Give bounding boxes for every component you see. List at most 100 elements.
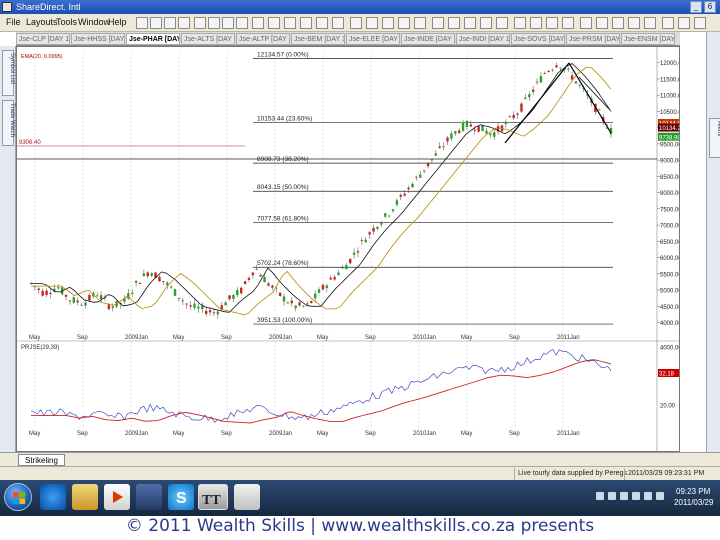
alerts-tab-label: Alerts <box>716 121 720 137</box>
toolbar-tool-icon[interactable] <box>514 17 526 29</box>
alerts-tab[interactable]: Alerts <box>709 118 720 158</box>
chart-area[interactable]: EMA(20, 0.0995) May Sep 2009Jan May Sep 2009Ja… <box>16 46 680 452</box>
tab-chart[interactable]: Jse-HHSS [DAY 1] <box>71 33 125 45</box>
candle-body <box>485 130 488 134</box>
clock-date[interactable]: 2011/03/29 <box>674 498 713 507</box>
toolbar-tool-icon[interactable] <box>316 17 328 29</box>
document-icon[interactable] <box>234 484 260 510</box>
toolbar-tool-icon[interactable] <box>194 17 206 29</box>
menu-help[interactable]: Help <box>108 17 127 27</box>
candle-body <box>317 289 321 293</box>
lower-panel-label: PRJSE(29.39) <box>21 345 59 351</box>
toolbar-tool-icon[interactable] <box>546 17 558 29</box>
toolbar-tool-icon[interactable] <box>480 17 492 29</box>
toolbar-tool-icon[interactable] <box>136 17 148 29</box>
toolbar-tool-icon[interactable] <box>398 17 410 29</box>
toolbar-tool-icon[interactable] <box>300 17 312 29</box>
toolbar-tool-icon[interactable] <box>150 17 162 29</box>
price-chart[interactable]: EMA(20, 0.0995) May Sep 2009Jan May Sep 2009Ja… <box>17 47 679 451</box>
restore-button[interactable]: 6 <box>704 1 716 13</box>
toolbar-tool-icon[interactable] <box>448 17 460 29</box>
candle-body <box>360 240 364 241</box>
toolbar-tool-icon[interactable] <box>612 17 624 29</box>
tools-icon[interactable] <box>136 484 162 510</box>
tab-chart[interactable]: Jse-SOVS [DAY 1] <box>511 33 565 45</box>
folder-icon[interactable] <box>72 484 98 510</box>
candle-body <box>193 303 196 308</box>
candle-body <box>267 283 270 286</box>
toolbar-tool-icon[interactable] <box>464 17 476 29</box>
tab-chart[interactable]: Jse-PRSM [DAY 1] <box>566 33 620 45</box>
menu-file[interactable]: File <box>6 17 21 27</box>
trade-watch-tab[interactable]: Trade Watch <box>2 100 15 146</box>
tab-chart[interactable]: Jse-INDI [DAY 1] <box>456 33 510 45</box>
toolbar-tool-icon[interactable] <box>678 17 690 29</box>
candle-body <box>228 295 231 300</box>
sharedirect-taskbar-icon[interactable]: TT <box>198 484 228 510</box>
toolbar-tool-icon[interactable] <box>236 17 248 29</box>
lower-x-tick-label: 2009Jan <box>269 431 292 437</box>
toolbar-tool-icon[interactable] <box>662 17 674 29</box>
toolbar-tool-icon[interactable] <box>530 17 542 29</box>
tab-chart[interactable]: Jse-BEM [DAY 1] <box>291 33 345 45</box>
candle-body <box>294 305 297 309</box>
y-tick-label: 4000.00 <box>660 321 679 327</box>
candle-body <box>236 289 239 296</box>
menu-window[interactable]: Window <box>78 17 110 27</box>
toolbar-tool-icon[interactable] <box>644 17 656 29</box>
skype-s-icon: S <box>176 490 187 507</box>
toolbar-tool-icon[interactable] <box>268 17 280 29</box>
tab-chart[interactable]: Jse-CLP [DAY 1] <box>16 33 70 45</box>
toolbar-tool-icon[interactable] <box>350 17 362 29</box>
toolbar-tool-icon[interactable] <box>496 17 508 29</box>
toolbar-tool-icon[interactable] <box>628 17 640 29</box>
toolbar-tool-icon[interactable] <box>366 17 378 29</box>
toolbar-tool-icon[interactable] <box>284 17 296 29</box>
volume-icon[interactable] <box>656 492 664 500</box>
toolbar-tool-icon[interactable] <box>414 17 426 29</box>
skype-icon[interactable]: S <box>168 484 194 510</box>
tab-chart[interactable]: Jse-ENSM [DAY 1] <box>621 33 675 45</box>
toolbar-tool-icon[interactable] <box>222 17 234 29</box>
tab-chart[interactable]: Jse-ELEE [DAY 1] <box>346 33 400 45</box>
candle-body <box>461 122 465 131</box>
start-button[interactable] <box>4 483 32 511</box>
toolbar-tool-icon[interactable] <box>252 17 264 29</box>
menu-tools[interactable]: Tools <box>56 17 77 27</box>
tab-chart[interactable]: Jse-ALTS [DAY 1] <box>181 33 235 45</box>
menu-layouts[interactable]: Layouts <box>26 17 58 27</box>
toolbar-tool-icon[interactable] <box>208 17 220 29</box>
media-player-icon[interactable] <box>104 484 130 510</box>
trade-watch-tab-label: Trade Watch <box>9 103 15 137</box>
tab-active[interactable]: Jse-PHAR [DAY 1] <box>126 33 180 45</box>
clock-time[interactable]: 09:23 PM <box>676 487 710 496</box>
symbol-list-tab[interactable]: Symbol List <box>2 50 15 96</box>
toolbar-tool-icon[interactable] <box>694 17 706 29</box>
candle-body <box>243 281 247 284</box>
candle-body <box>88 294 91 301</box>
tray-icon-1[interactable] <box>596 492 604 500</box>
sheet-tab[interactable]: Strikeling <box>18 454 65 466</box>
candle-body <box>403 193 406 196</box>
toolbar-tool-icon[interactable] <box>596 17 608 29</box>
minimize-button[interactable]: _ <box>690 1 702 13</box>
toolbar-tool-icon[interactable] <box>332 17 344 29</box>
toolbar-tool-icon[interactable] <box>580 17 592 29</box>
tab-chart[interactable]: Jse-ALTP [DAY 1] <box>236 33 290 45</box>
svg-text:S: S <box>176 490 187 507</box>
internet-explorer-icon[interactable] <box>40 484 66 510</box>
x-tick-label: Sep <box>221 335 232 341</box>
tray-icon-2[interactable] <box>608 492 616 500</box>
toolbar-tool-icon[interactable] <box>432 17 444 29</box>
toolbar-tool-icon[interactable] <box>382 17 394 29</box>
candle-body <box>352 252 356 255</box>
tab-chart[interactable]: Jse-INDE [DAY 1] <box>401 33 455 45</box>
toolbar-tool-icon[interactable] <box>164 17 176 29</box>
candle-body <box>407 187 410 190</box>
toolbar-tool-icon[interactable] <box>178 17 190 29</box>
tray-icon-3[interactable] <box>620 492 628 500</box>
candle-body <box>411 183 414 188</box>
toolbar-tool-icon[interactable] <box>562 17 574 29</box>
tray-icon-4[interactable] <box>632 492 640 500</box>
network-icon[interactable] <box>644 492 652 500</box>
